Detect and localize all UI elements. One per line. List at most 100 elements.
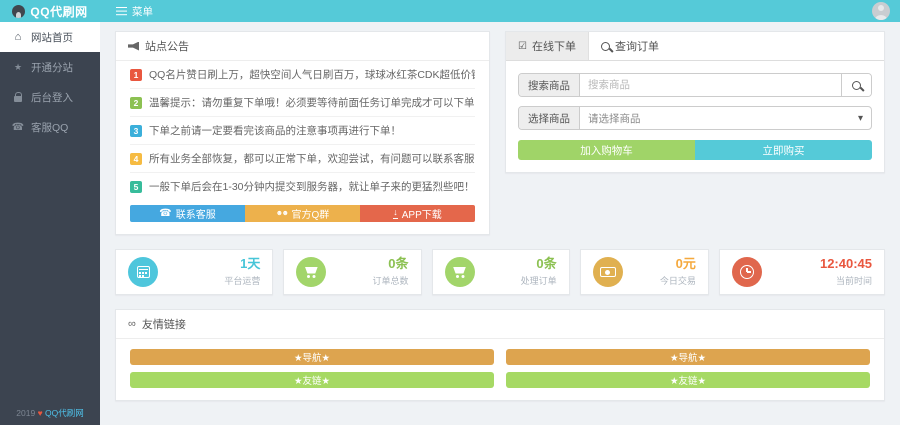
order-tabs: 在线下单 查询订单 <box>506 32 884 61</box>
search-product-label: 搜索商品 <box>519 74 580 96</box>
tab-label: 查询订单 <box>615 38 659 54</box>
app-download-button[interactable]: APP下载 <box>360 205 475 222</box>
stat-card-today-trades: 0元 今日交易 <box>580 249 709 295</box>
lock-icon <box>14 96 22 102</box>
announcements-panel: 站点公告 1 QQ名片赞日刷上万，超快空间人气日刷百万，球球冰红茶CDK超低价销… <box>115 31 490 235</box>
checkbox-icon <box>518 40 527 52</box>
announcement-item: 2 温馨提示：请勿重复下单哦！必须要等待前面任务订单完成才可以下单！ <box>130 89 475 117</box>
stat-card-current-time: 12:40:45 当前时间 <box>719 249 885 295</box>
announcement-number-badge: 1 <box>130 69 142 81</box>
announcement-text: QQ名片赞日刷上万，超快空间人气日刷百万，球球冰红茶CDK超低价销售 <box>149 67 475 82</box>
headset-icon <box>12 122 24 133</box>
search-submit-button[interactable] <box>841 74 871 96</box>
search-icon <box>601 42 610 51</box>
stat-value: 0元 <box>660 257 696 271</box>
top-header-bar: QQ代刷网 菜单 <box>0 0 900 22</box>
announcements-title: 站点公告 <box>145 38 189 54</box>
sidebar-item-label: 开通分站 <box>31 60 73 75</box>
announcements-header: 站点公告 <box>116 32 489 61</box>
announcement-item: 5 一般下单后会在1-30分钟内提交到服务器，就让单子来的更猛烈些吧！ <box>130 173 475 200</box>
copyright-site-link[interactable]: QQ代刷网 <box>45 408 84 418</box>
sidebar-item-open-substation[interactable]: 开通分站 <box>0 52 100 82</box>
tab-online-order[interactable]: 在线下单 <box>506 32 589 60</box>
headset-icon <box>159 208 171 219</box>
friend-links-panel: ∞ 友情链接 ★导航★ ★导航★ ★友链★ ★友链★ <box>115 309 885 401</box>
home-icon <box>12 31 24 43</box>
stat-value: 0条 <box>521 257 557 271</box>
friend-links-header: ∞ 友情链接 <box>116 310 884 339</box>
users-icon <box>276 210 288 217</box>
order-action-buttons: 加入购物车 立即购买 <box>518 140 872 160</box>
announcement-number-badge: 3 <box>130 125 142 137</box>
qq-penguin-logo-icon <box>12 5 25 18</box>
megaphone-icon <box>128 42 139 51</box>
announcement-text: 一般下单后会在1-30分钟内提交到服务器，就让单子来的更猛烈些吧！ <box>149 179 475 194</box>
sidebar-nav: 网站首页 开通分站 后台登入 客服QQ 2019 ♥ QQ代刷网 <box>0 22 100 425</box>
sidebar-item-home[interactable]: 网站首页 <box>0 22 100 52</box>
product-select-dropdown[interactable]: 请选择商品 <box>580 107 871 129</box>
search-product-group: 搜索商品 <box>518 73 872 97</box>
stat-label: 处理订单 <box>521 274 557 287</box>
announcement-text: 温馨提示：请勿重复下单哦！必须要等待前面任务订单完成才可以下单！ <box>149 95 475 110</box>
cart-icon <box>305 267 318 278</box>
sidebar-footer-copyright: 2019 ♥ QQ代刷网 <box>0 407 100 419</box>
stat-value: 0条 <box>372 257 408 271</box>
friend-link-button[interactable]: ★友链★ <box>130 372 494 388</box>
nav-link-button[interactable]: ★导航★ <box>506 349 870 365</box>
friend-links-title: 友情链接 <box>142 316 186 332</box>
download-icon <box>393 208 398 219</box>
announcements-list: 1 QQ名片赞日刷上万，超快空间人气日刷百万，球球冰红茶CDK超低价销售 2 温… <box>116 61 489 200</box>
button-label: 联系客服 <box>176 206 216 221</box>
copyright-year: 2019 <box>16 408 35 418</box>
official-qq-group-button[interactable]: 官方Q群 <box>245 205 360 222</box>
announcement-number-badge: 2 <box>130 97 142 109</box>
star-icon <box>12 62 24 73</box>
stat-card-total-orders: 0条 订单总数 <box>283 249 421 295</box>
sidebar-item-service-qq[interactable]: 客服QQ <box>0 112 100 142</box>
tab-query-order[interactable]: 查询订单 <box>589 32 671 60</box>
user-avatar[interactable] <box>872 2 890 20</box>
stats-row: 1天 平台运营 0条 订单总数 0条 处理订单 0元 今日交易 <box>115 249 885 295</box>
buy-now-button[interactable]: 立即购买 <box>695 140 872 160</box>
site-logo[interactable]: QQ代刷网 <box>0 0 100 22</box>
stat-card-processing-orders: 0条 处理订单 <box>432 249 570 295</box>
heart-icon: ♥ <box>38 408 43 418</box>
sidebar-item-label: 后台登入 <box>31 90 73 105</box>
hamburger-icon <box>116 7 127 16</box>
friend-links-grid: ★导航★ ★导航★ ★友链★ ★友链★ <box>116 339 884 400</box>
add-to-cart-button[interactable]: 加入购物车 <box>518 140 695 160</box>
announcement-item: 3 下单之前请一定要看完该商品的注意事项再进行下单！ <box>130 117 475 145</box>
stat-label: 今日交易 <box>660 274 696 287</box>
tab-label: 在线下单 <box>532 38 576 54</box>
friend-link-button[interactable]: ★友链★ <box>506 372 870 388</box>
select-product-group: 选择商品 请选择商品 <box>518 106 872 130</box>
order-panel: 在线下单 查询订单 搜索商品 选择商品 请选择商品 <box>505 31 885 173</box>
announcement-number-badge: 4 <box>130 153 142 165</box>
sidebar-item-label: 网站首页 <box>31 30 73 45</box>
clock-icon <box>740 265 754 279</box>
nav-link-button[interactable]: ★导航★ <box>130 349 494 365</box>
announcement-text: 所有业务全部恢复，都可以正常下单，欢迎尝试，有问题可以联系客服 <box>149 151 475 166</box>
select-product-label: 选择商品 <box>519 107 580 129</box>
stat-label: 当前时间 <box>820 274 872 287</box>
link-icon: ∞ <box>128 319 136 330</box>
stat-label: 平台运营 <box>224 274 260 287</box>
announcement-text: 下单之前请一定要看完该商品的注意事项再进行下单！ <box>149 123 401 138</box>
main-content: 站点公告 1 QQ名片赞日刷上万，超快空间人气日刷百万，球球冰红茶CDK超低价销… <box>100 22 900 425</box>
menu-label: 菜单 <box>132 4 153 19</box>
order-form: 搜索商品 选择商品 请选择商品 加入购物车 立即购买 <box>506 61 884 172</box>
search-icon <box>852 81 861 90</box>
stat-card-platform-days: 1天 平台运营 <box>115 249 273 295</box>
search-product-input[interactable] <box>580 74 841 96</box>
money-icon <box>600 267 616 277</box>
menu-toggle-button[interactable]: 菜单 <box>116 4 153 19</box>
sidebar-item-label: 客服QQ <box>31 120 68 135</box>
sidebar-item-admin-login[interactable]: 后台登入 <box>0 82 100 112</box>
contact-service-button[interactable]: 联系客服 <box>130 205 245 222</box>
button-label: APP下载 <box>402 206 442 221</box>
calendar-icon <box>137 266 150 278</box>
stat-value: 1天 <box>224 257 260 271</box>
button-label: 官方Q群 <box>291 206 329 221</box>
stat-label: 订单总数 <box>372 274 408 287</box>
announcement-item: 1 QQ名片赞日刷上万，超快空间人气日刷百万，球球冰红茶CDK超低价销售 <box>130 61 475 89</box>
